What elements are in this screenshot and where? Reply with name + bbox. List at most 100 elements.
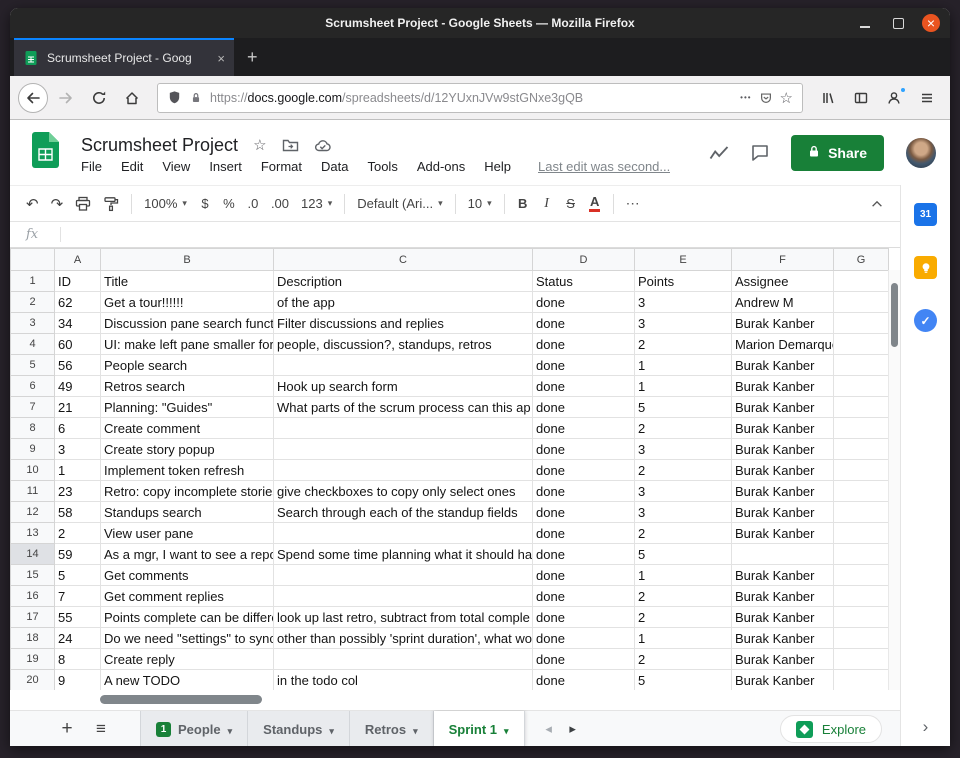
page-actions-icon[interactable] — [740, 93, 751, 102]
cell-F10[interactable]: Burak Kanber — [731, 459, 834, 481]
cell-D1[interactable]: Status — [532, 270, 635, 292]
column-header-B[interactable]: B — [100, 248, 274, 271]
cell-G6[interactable] — [833, 375, 889, 397]
cell-F5[interactable]: Burak Kanber — [731, 354, 834, 376]
cell-F16[interactable]: Burak Kanber — [731, 585, 834, 607]
sheet-tab-menu-arrow[interactable] — [228, 722, 233, 737]
cell-G18[interactable] — [833, 627, 889, 649]
forward-button[interactable] — [51, 83, 81, 113]
undo-icon[interactable] — [20, 191, 45, 217]
explore-button[interactable]: Explore — [779, 715, 882, 743]
tasks-icon[interactable] — [914, 309, 937, 332]
collapse-toolbar-icon[interactable] — [864, 191, 890, 217]
cloud-status-icon[interactable] — [314, 138, 332, 153]
cell-G17[interactable] — [833, 606, 889, 628]
close-button[interactable] — [922, 14, 940, 32]
cell-F18[interactable]: Burak Kanber — [731, 627, 834, 649]
row-header-7[interactable]: 7 — [10, 396, 55, 418]
font-size-select[interactable]: 10 — [462, 191, 498, 217]
menu-data[interactable]: Data — [321, 159, 348, 174]
star-icon[interactable] — [253, 136, 266, 154]
cell-F8[interactable]: Burak Kanber — [731, 417, 834, 439]
cell-F4[interactable]: Marion Demarque — [731, 333, 834, 355]
cell-A20[interactable]: 9 — [54, 669, 101, 690]
row-header-1[interactable]: 1 — [10, 270, 55, 292]
reload-icon[interactable] — [84, 83, 114, 113]
cell-E10[interactable]: 2 — [634, 459, 732, 481]
cell-C16[interactable] — [273, 585, 533, 607]
cell-C3[interactable]: Filter discussions and replies — [273, 312, 533, 334]
cell-C5[interactable] — [273, 354, 533, 376]
cell-E14[interactable]: 5 — [634, 543, 732, 565]
cell-G7[interactable] — [833, 396, 889, 418]
cell-A18[interactable]: 24 — [54, 627, 101, 649]
sheet-tab-standups[interactable]: Standups — [248, 711, 350, 746]
cell-E7[interactable]: 5 — [634, 396, 732, 418]
padlock-icon[interactable] — [189, 91, 203, 105]
cell-E18[interactable]: 1 — [634, 627, 732, 649]
cell-E15[interactable]: 1 — [634, 564, 732, 586]
cell-D7[interactable]: done — [532, 396, 635, 418]
url-text[interactable]: https://docs.google.com/spreadsheets/d/1… — [210, 91, 733, 105]
cell-A13[interactable]: 2 — [54, 522, 101, 544]
menu-edit[interactable]: Edit — [121, 159, 143, 174]
cell-F1[interactable]: Assignee — [731, 270, 834, 292]
menu-tools[interactable]: Tools — [367, 159, 397, 174]
cell-E3[interactable]: 3 — [634, 312, 732, 334]
url-bar[interactable]: https://docs.google.com/spreadsheets/d/1… — [157, 82, 803, 113]
cell-E9[interactable]: 3 — [634, 438, 732, 460]
cell-D20[interactable]: done — [532, 669, 635, 690]
cell-G2[interactable] — [833, 291, 889, 313]
row-header-2[interactable]: 2 — [10, 291, 55, 313]
cell-G12[interactable] — [833, 501, 889, 523]
sheets-logo-icon[interactable] — [32, 132, 59, 173]
menu-help[interactable]: Help — [484, 159, 511, 174]
window-titlebar[interactable]: Scrumsheet Project - Google Sheets — Moz… — [10, 8, 950, 38]
share-button[interactable]: Share — [791, 134, 884, 171]
cell-B11[interactable]: Retro: copy incomplete stories — [100, 480, 274, 502]
toolbar-more-button[interactable]: ⋯ — [620, 191, 647, 217]
cell-D10[interactable]: done — [532, 459, 635, 481]
row-header-12[interactable]: 12 — [10, 501, 55, 523]
cell-D19[interactable]: done — [532, 648, 635, 670]
row-header-4[interactable]: 4 — [10, 333, 55, 355]
font-select[interactable]: Default (Ari... — [351, 191, 448, 217]
menu-insert[interactable]: Insert — [209, 159, 242, 174]
cell-A6[interactable]: 49 — [54, 375, 101, 397]
avatar[interactable] — [906, 137, 936, 168]
cell-C19[interactable] — [273, 648, 533, 670]
bold-button[interactable]: B — [511, 191, 535, 217]
cell-D17[interactable]: done — [532, 606, 635, 628]
cell-D5[interactable]: done — [532, 354, 635, 376]
cell-G16[interactable] — [833, 585, 889, 607]
cell-A3[interactable]: 34 — [54, 312, 101, 334]
row-header-16[interactable]: 16 — [10, 585, 55, 607]
cell-C14[interactable]: Spend some time planning what it should … — [273, 543, 533, 565]
cell-D4[interactable]: done — [532, 333, 635, 355]
horizontal-scrollbar[interactable] — [10, 690, 900, 710]
minimize-button[interactable] — [856, 14, 874, 32]
cell-A16[interactable]: 7 — [54, 585, 101, 607]
cell-G14[interactable] — [833, 543, 889, 565]
pocket-icon[interactable] — [759, 91, 773, 105]
cell-A7[interactable]: 21 — [54, 396, 101, 418]
cell-E20[interactable]: 5 — [634, 669, 732, 690]
cell-D18[interactable]: done — [532, 627, 635, 649]
decrease-decimal-button[interactable]: .0 — [241, 191, 265, 217]
row-header-10[interactable]: 10 — [10, 459, 55, 481]
cell-G11[interactable] — [833, 480, 889, 502]
sheet-tab-menu-arrow[interactable] — [413, 722, 418, 737]
sheet-tab-menu-arrow[interactable] — [329, 722, 334, 737]
sheet-tab-sprint-1[interactable]: Sprint 1 — [433, 711, 525, 746]
cell-A4[interactable]: 60 — [54, 333, 101, 355]
row-header-8[interactable]: 8 — [10, 417, 55, 439]
cell-F7[interactable]: Burak Kanber — [731, 396, 834, 418]
cell-A10[interactable]: 1 — [54, 459, 101, 481]
cell-A15[interactable]: 5 — [54, 564, 101, 586]
row-header-20[interactable]: 20 — [10, 669, 55, 690]
cell-C6[interactable]: Hook up search form — [273, 375, 533, 397]
all-sheets-button[interactable] — [88, 719, 114, 739]
column-header-F[interactable]: F — [731, 248, 834, 271]
cell-D3[interactable]: done — [532, 312, 635, 334]
sidebar-icon[interactable] — [846, 83, 876, 113]
